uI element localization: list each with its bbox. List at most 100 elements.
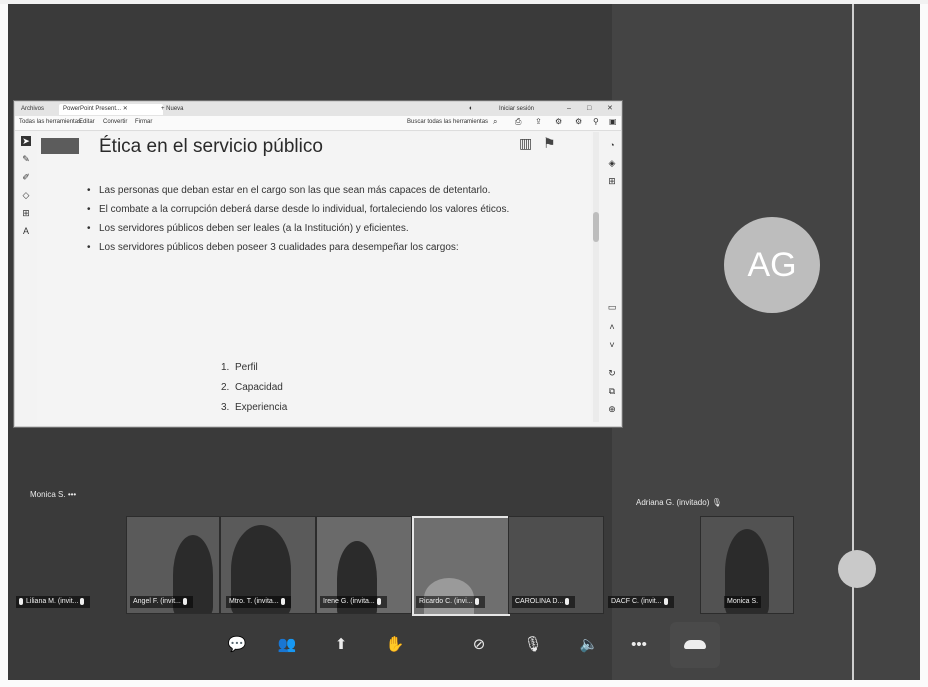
presenter-name-label: Monica S. ••• (30, 490, 76, 499)
item-number: 1. (221, 362, 230, 373)
search-icon[interactable]: ⌕ (493, 117, 497, 127)
participant-label: Monica S. (724, 596, 762, 608)
camera-off-icon[interactable]: ⊘ (464, 630, 494, 660)
toolbar-all-tools[interactable]: Todas las herramientas (19, 119, 81, 125)
avatar: AG (724, 217, 820, 313)
speaker-icon[interactable]: 🔈 (574, 630, 604, 660)
bullet-item: Los servidores públicos deben ser leales… (87, 220, 527, 238)
item-text: Perfil (235, 362, 258, 373)
print-icon[interactable]: ⎙ (515, 117, 521, 127)
right-toolbar: ◔ ◈ ⊞ ▭ ˄ ˅ ↻ ⧉ ⊕ (605, 132, 619, 422)
participant-label: Liliana M. (invit... (16, 596, 91, 608)
settings-icon[interactable]: ⚙ (575, 117, 582, 126)
zoom-in-icon[interactable]: ⊕ (607, 404, 617, 414)
tab-new[interactable]: + Nueva (157, 104, 188, 115)
signin-link[interactable]: Iniciar sesión (499, 103, 534, 115)
bookmark-icon[interactable]: ▣ (609, 117, 617, 126)
tab-new-label: + Nueva (161, 106, 184, 112)
cursor-icon[interactable]: ➤ (21, 136, 31, 146)
slide-title-marker (41, 138, 79, 154)
item-text: Experiencia (235, 402, 288, 413)
guest-name: Adriana G. (invitado) (636, 498, 710, 507)
participants-icon[interactable]: 👥 (272, 630, 302, 660)
participant-label: Ricardo C. (invi... (416, 596, 485, 608)
mic-icon (663, 597, 668, 605)
more-options-icon[interactable]: ••• (68, 490, 76, 499)
mic-off-icon[interactable]: 🎙 (518, 630, 548, 660)
bookmark-panel-icon[interactable]: ◈ (607, 158, 617, 168)
mic-icon (376, 597, 381, 605)
help-icon[interactable]: ◐ (469, 103, 473, 115)
scrollbar-thumb[interactable] (593, 212, 599, 242)
mic-icon (565, 597, 570, 605)
mic-icon (280, 597, 285, 605)
share-screen-icon[interactable]: ⬆ (326, 630, 356, 660)
participant-name: Irene G. (invita... (323, 598, 375, 605)
mic-icon (474, 597, 479, 605)
scrollbar[interactable] (593, 132, 599, 422)
reactions-icon[interactable]: ✋ (380, 630, 410, 660)
link-icon[interactable]: ⚲ (593, 117, 599, 126)
copy-icon[interactable]: ⧉ (607, 386, 617, 396)
item-number: 3. (221, 402, 230, 413)
participant-name: Mtro. T. (invita... (229, 598, 279, 605)
tab-active-label: PowerPoint Present... (63, 106, 122, 112)
participant-name: Ricardo C. (invi... (419, 598, 473, 605)
left-toolbar: ➤ ✎ ✐ ◇ ⊞ A (19, 136, 33, 266)
bullet-item: El combate a la corrupción deberá darse … (87, 201, 527, 219)
presenter-name: Monica S. (30, 490, 66, 499)
mic-icon (182, 597, 187, 605)
window-close-icon[interactable]: ✕ (607, 103, 613, 115)
participant-name: Angel F. (invit... (133, 598, 181, 605)
mic-icon (80, 597, 85, 605)
building-icon: ▥ (519, 135, 533, 151)
grid-icon[interactable]: ⊞ (607, 176, 617, 186)
maximize-icon[interactable]: □ (587, 103, 591, 115)
tab-files-label: Archivos (21, 106, 45, 112)
text-icon[interactable]: A (21, 226, 31, 236)
toolbar-search[interactable]: Buscar todas las herramientas (407, 119, 488, 125)
tab-files[interactable]: Archivos (17, 104, 48, 115)
page-up-icon[interactable]: ˄ (607, 322, 617, 332)
slide-title: Ética en el servicio público (99, 136, 323, 157)
participant-name: CAROLINA D... (515, 598, 564, 605)
participant-name: DACF C. (invit... (611, 598, 662, 605)
participant-label: DACF C. (invit... (608, 596, 674, 608)
participant-name: Liliana M. (invit... (26, 598, 79, 605)
guest-name-label: Adriana G. (invitado) 🎙 (636, 498, 722, 507)
slide-numbered-list: 1. Perfil 2. Capacidad 3. Experiencia (221, 358, 287, 418)
participant-label: Angel F. (invit... (130, 596, 193, 608)
share-icon[interactable]: ⇪ (535, 117, 542, 126)
select-text-icon[interactable]: ⊞ (21, 208, 31, 218)
refresh-icon[interactable]: ↻ (607, 368, 617, 378)
numbered-item: 3. Experiencia (221, 398, 287, 418)
toolbar-edit[interactable]: Editar (79, 119, 95, 125)
toolbar-sign[interactable]: Firmar (135, 119, 152, 125)
participant-label: Irene G. (invita... (320, 596, 387, 608)
slide-canvas (37, 132, 591, 424)
item-number: 2. (221, 382, 230, 393)
flag-icon: ⚑ (543, 135, 556, 151)
shape-icon[interactable]: ◇ (21, 190, 31, 200)
participant-name: Monica S. (727, 598, 759, 605)
comment-icon[interactable]: ✎ (21, 154, 31, 164)
more-icon[interactable]: ••• (624, 630, 654, 660)
gear-icon[interactable]: ⚙ (555, 117, 562, 126)
chat-icon[interactable]: 💬 (222, 630, 252, 660)
tab-active[interactable]: PowerPoint Present... ✕ (59, 104, 163, 115)
mic-icon (19, 597, 23, 605)
minimize-icon[interactable]: – (567, 103, 571, 115)
page-down-icon[interactable]: ˅ (607, 340, 617, 350)
browser-tabbar: Archivos PowerPoint Present... ✕ + Nueva… (15, 102, 621, 116)
close-icon[interactable]: ✕ (123, 106, 128, 112)
shared-screen: Archivos PowerPoint Present... ✕ + Nueva… (14, 101, 622, 427)
comment-panel-icon[interactable]: ◔ (607, 140, 617, 150)
participant-label: Mtro. T. (invita... (226, 596, 291, 608)
bullet-item: Los servidores públicos deben poseer 3 c… (87, 239, 527, 257)
page-number-icon[interactable]: ▭ (607, 302, 617, 312)
phone-hangup-icon (684, 640, 706, 649)
self-view-bubble[interactable] (838, 550, 876, 588)
pen-icon[interactable]: ✐ (21, 172, 31, 182)
toolbar-convert[interactable]: Convertir (103, 119, 127, 125)
mic-icon: 🎙 (711, 498, 722, 507)
